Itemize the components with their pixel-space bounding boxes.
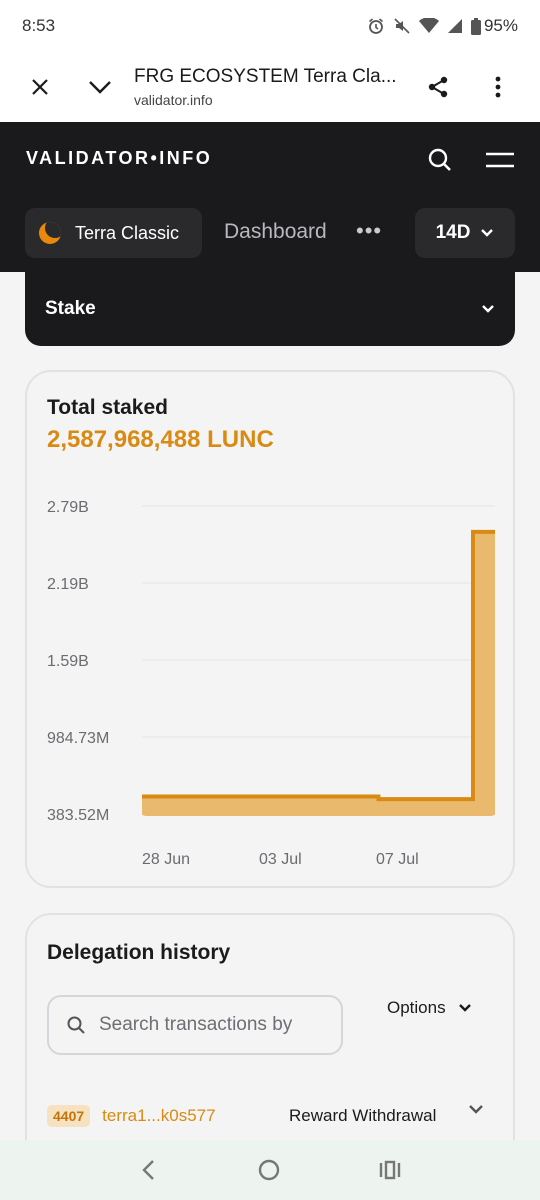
page-title: FRG ECOSYSTEM Terra Cla... <box>134 66 397 87</box>
validator-info-logo[interactable]: VALIDATOR•INFO <box>26 148 212 169</box>
chevron-down-icon <box>481 229 494 237</box>
total-staked-card: Total staked 2,587,968,488 LUNC 2.79B 2.… <box>25 370 515 888</box>
menu-icon <box>486 152 514 168</box>
tab-dashboard[interactable]: Dashboard <box>224 220 327 244</box>
custom-tab-toolbar: FRG ECOSYSTEM Terra Cla... validator.inf… <box>0 52 540 122</box>
transaction-type: Reward Withdrawal <box>289 1106 437 1125</box>
status-time: 8:53 <box>22 16 56 35</box>
more-vert-icon <box>495 76 501 98</box>
alarm-icon <box>368 18 383 34</box>
options-label: Options <box>387 998 446 1017</box>
system-navigation-bar <box>0 1140 540 1200</box>
overflow-menu-button[interactable] <box>468 57 528 117</box>
staked-area <box>142 531 495 816</box>
x-tick-label: 28 Jun <box>142 851 190 868</box>
close-icon <box>32 79 48 95</box>
section-select[interactable]: Stake <box>25 272 515 346</box>
recents-button[interactable] <box>379 1160 401 1180</box>
battery-icon <box>470 17 481 35</box>
search-icon <box>67 1016 85 1034</box>
transaction-search-input[interactable] <box>99 1014 329 1036</box>
expand-row-chevron-icon[interactable] <box>467 1103 485 1115</box>
back-button[interactable] <box>139 1159 159 1181</box>
chevron-down-icon <box>482 305 494 313</box>
battery-percent: 95% <box>483 16 518 35</box>
y-tick-label: 1.59B <box>47 653 89 670</box>
total-staked-chart[interactable]: 2.79B 2.19B 1.59B 984.73M 383.52M 28 Jun… <box>27 372 517 890</box>
share-icon <box>428 76 448 98</box>
network-name: Terra Classic <box>75 222 180 243</box>
section-select-value: Stake <box>45 298 96 319</box>
terra-classic-logo-icon <box>39 222 61 244</box>
hamburger-menu-button[interactable] <box>480 140 520 180</box>
table-row[interactable]: 4407 terra1...k0s577 Reward Withdrawal <box>47 1101 499 1131</box>
site-search-button[interactable] <box>420 140 460 180</box>
y-tick-label: 984.73M <box>47 730 109 747</box>
status-bar: 8:53 95% <box>0 0 540 52</box>
search-icon <box>428 148 451 171</box>
options-button[interactable]: Options <box>387 995 472 1021</box>
network-selector[interactable]: Terra Classic <box>25 208 202 258</box>
y-tick-label: 383.52M <box>47 807 109 824</box>
delegator-address-link[interactable]: terra1...k0s577 <box>102 1106 215 1126</box>
x-tick-label: 07 Jul <box>376 851 419 868</box>
time-range-select[interactable]: 14D <box>415 208 515 258</box>
transaction-search-field[interactable] <box>47 995 343 1055</box>
close-tab-button[interactable] <box>10 57 70 117</box>
wifi-icon <box>418 18 439 33</box>
chevron-down-icon <box>458 1004 471 1012</box>
mute-icon <box>394 18 410 34</box>
home-button[interactable] <box>258 1159 280 1181</box>
staked-line <box>142 529 495 802</box>
page-url: validator.info <box>134 92 213 108</box>
time-range-value: 14D <box>435 222 471 243</box>
x-tick-label: 03 Jul <box>259 851 302 868</box>
share-button[interactable] <box>408 57 468 117</box>
y-tick-label: 2.19B <box>47 576 89 593</box>
delegation-history-title: Delegation history <box>47 941 231 964</box>
chevron-down-icon <box>89 81 111 94</box>
more-tabs-button[interactable]: ••• <box>356 218 382 244</box>
site-header: VALIDATOR•INFO Terra Classic Dashboard •… <box>0 122 540 272</box>
block-badge: 4407 <box>47 1105 91 1127</box>
signal-icon <box>447 19 462 33</box>
y-tick-label: 2.79B <box>47 499 89 516</box>
minimize-tab-button[interactable] <box>70 57 130 117</box>
battery-level: 95% <box>470 16 518 36</box>
page-info[interactable]: FRG ECOSYSTEM Terra Cla... validator.inf… <box>130 66 408 108</box>
status-icons: 95% <box>367 16 518 36</box>
